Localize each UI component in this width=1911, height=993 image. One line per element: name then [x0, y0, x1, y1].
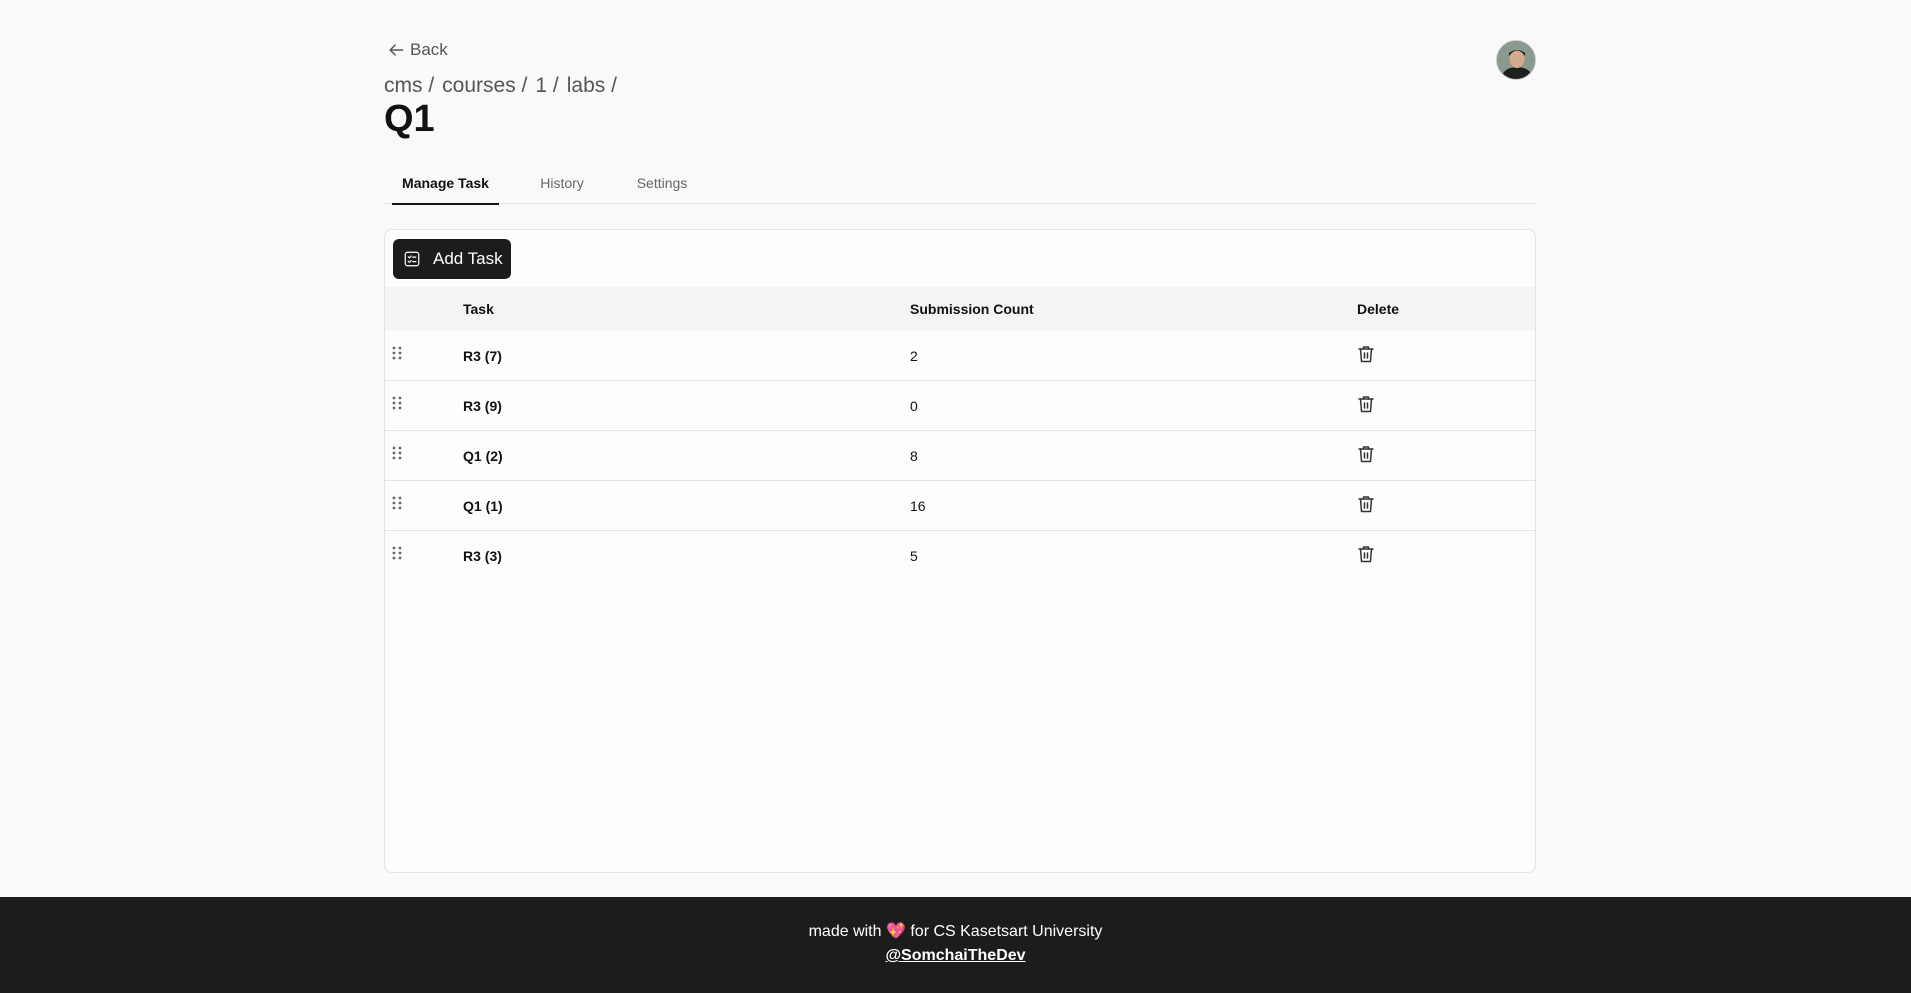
trash-icon[interactable]: [1357, 344, 1375, 364]
breadcrumb-course-id[interactable]: 1 /: [535, 74, 558, 98]
grip-vertical-icon[interactable]: [391, 445, 403, 461]
breadcrumb-labs[interactable]: labs /: [567, 74, 617, 98]
author-link[interactable]: @SomchaiTheDev: [885, 947, 1025, 964]
breadcrumb: cms / courses / 1 / labs /: [384, 74, 617, 98]
table-row: R3 (7) 2: [385, 331, 1535, 381]
table-row: Q1 (2) 8: [385, 431, 1535, 481]
trash-icon[interactable]: [1357, 444, 1375, 464]
grip-vertical-icon[interactable]: [391, 345, 403, 361]
footer-made-with: made with: [808, 923, 882, 940]
tab-history[interactable]: History: [535, 166, 589, 204]
tab-manage-task[interactable]: Manage Task: [392, 166, 499, 205]
back-link[interactable]: Back: [386, 40, 448, 60]
trash-icon[interactable]: [1357, 544, 1375, 564]
task-name: Q1 (2): [463, 448, 503, 464]
grip-vertical-icon[interactable]: [391, 495, 403, 511]
submission-count: 8: [910, 448, 918, 464]
grip-vertical-icon[interactable]: [391, 395, 403, 411]
task-name: Q1 (1): [463, 498, 503, 514]
submission-count: 5: [910, 548, 918, 564]
add-task-label: Add Task: [433, 249, 503, 268]
table-row: R3 (9) 0: [385, 381, 1535, 431]
column-header-delete: Delete: [1357, 301, 1400, 317]
task-name: R3 (7): [463, 348, 502, 364]
trash-icon[interactable]: [1357, 394, 1375, 414]
arrow-left-icon: [389, 44, 404, 56]
breadcrumb-courses[interactable]: courses /: [442, 74, 527, 98]
back-label: Back: [410, 40, 448, 59]
column-header-task: Task: [463, 301, 494, 317]
trash-icon[interactable]: [1357, 494, 1375, 514]
breadcrumb-cms[interactable]: cms /: [384, 74, 434, 98]
table-row: R3 (3) 5: [385, 531, 1535, 581]
heart-icon: 💖: [885, 923, 906, 940]
footer-author: @SomchaiTheDev: [0, 947, 1911, 965]
table-header: Task Submission Count Delete: [385, 287, 1535, 331]
footer: made with 💖 for CS Kasetsart University …: [0, 897, 1911, 993]
column-header-submission-count: Submission Count: [910, 301, 1034, 317]
task-name: R3 (3): [463, 548, 502, 564]
table-row: Q1 (1) 16: [385, 481, 1535, 531]
add-task-button[interactable]: Add Task: [393, 239, 511, 279]
user-avatar[interactable]: [1496, 40, 1536, 80]
page-title: Q1: [384, 98, 435, 140]
footer-for-text: for CS Kasetsart University: [910, 923, 1103, 940]
tab-settings[interactable]: Settings: [635, 166, 689, 204]
submission-count: 2: [910, 348, 918, 364]
tab-bar: Manage Task History Settings: [384, 166, 1536, 205]
avatar-image: [1497, 41, 1535, 79]
task-table-card: Add Task Task Submission Count Delete R3…: [384, 229, 1536, 873]
grip-vertical-icon[interactable]: [391, 545, 403, 561]
task-name: R3 (9): [463, 398, 502, 414]
submission-count: 0: [910, 398, 918, 414]
checklist-icon: [404, 251, 420, 267]
submission-count: 16: [910, 498, 926, 514]
footer-credit: made with 💖 for CS Kasetsart University: [0, 921, 1911, 941]
